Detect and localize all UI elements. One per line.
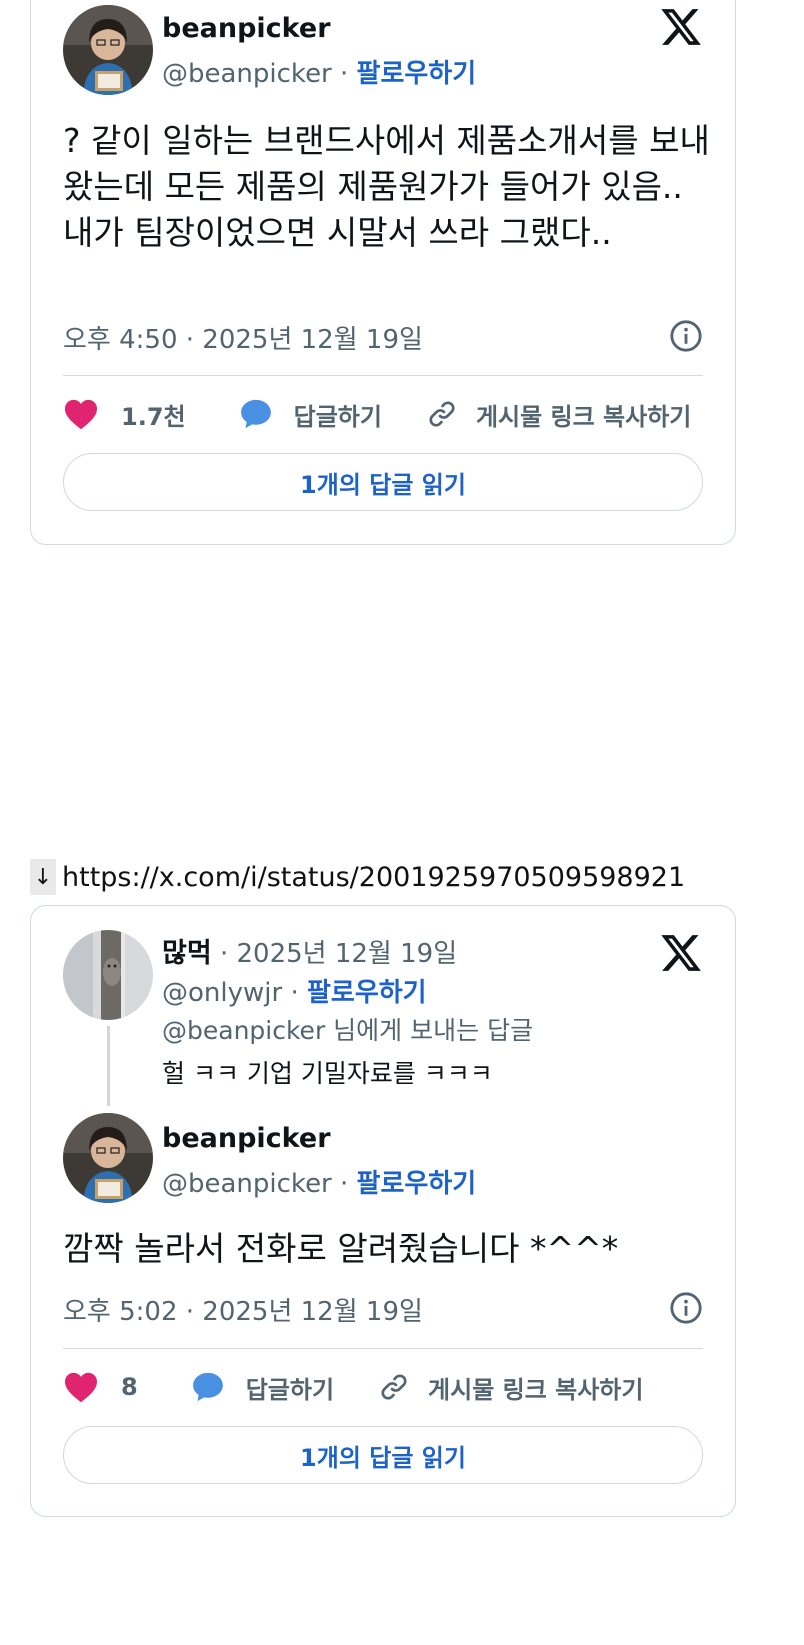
author-name[interactable]: beanpicker — [162, 13, 331, 44]
like-button[interactable]: 1.7천 — [63, 397, 186, 432]
x-logo-icon[interactable] — [659, 931, 703, 975]
copy-link-label: 게시물 링크 복사하기 — [475, 402, 692, 431]
tweet-text: 깜짝 놀라서 전화로 알려줬습니다 *^^* — [63, 1229, 619, 1268]
replying-to-suffix: 님에게 보내는 답글 — [325, 1016, 534, 1045]
copy-link-button[interactable]: 게시물 링크 복사하기 — [378, 1370, 643, 1405]
action-bar: 8 답글하기 게시물 링크 복사하기 — [63, 1367, 715, 1407]
follow-button[interactable]: 팔로우하기 — [357, 59, 477, 89]
divider — [63, 375, 703, 376]
avatar[interactable] — [63, 5, 153, 95]
follow-button[interactable]: 팔로우하기 — [357, 1169, 477, 1199]
like-button[interactable]: 8 — [63, 1371, 138, 1403]
reply-label: 답글하기 — [245, 1375, 335, 1404]
parent-follow-button[interactable]: 팔로우하기 — [307, 978, 427, 1008]
tweet-text: ? 같이 일하는 브랜드사에서 제품소개서를 보내왔는데 모든 제품의 제품원가… — [63, 121, 710, 252]
replying-to: @beanpicker 님에게 보내는 답글 — [162, 1011, 533, 1047]
like-count: 8 — [121, 1373, 138, 1401]
heart-icon — [65, 399, 97, 430]
parent-author-handle[interactable]: @onlywjr — [162, 978, 282, 1008]
tweet-card-2: 많먹 · 2025년 12월 19일 @onlywjr · 팔로우하기 @bea… — [30, 905, 736, 1517]
parent-date[interactable]: 2025년 12월 19일 — [236, 939, 457, 969]
like-count: 1.7천 — [121, 402, 186, 431]
reply-button[interactable]: 답글하기 — [238, 397, 382, 432]
author-handle[interactable]: @beanpicker — [162, 59, 332, 89]
parent-author-name[interactable]: 많먹 — [162, 938, 212, 969]
info-icon[interactable] — [669, 1291, 703, 1325]
author-handle-line: @beanpicker · 팔로우하기 — [162, 1169, 477, 1199]
parent-handle-line: @onlywjr · 팔로우하기 — [162, 978, 427, 1008]
link-icon — [381, 1374, 407, 1400]
status-link[interactable]: https://x.com/i/status/20019259705095989… — [62, 862, 685, 893]
divider — [63, 1348, 703, 1349]
reply-button[interactable]: 답글하기 — [190, 1370, 334, 1405]
reply-label: 답글하기 — [293, 402, 382, 431]
tweet-card-1: beanpicker @beanpicker · 팔로우하기 ? 같이 일하는 … — [30, 0, 736, 545]
read-replies-button[interactable]: 1개의 답글 읽기 — [63, 453, 703, 511]
x-logo-icon[interactable] — [659, 5, 703, 49]
timestamp[interactable]: 오후 5:02 · 2025년 12월 19일 — [63, 1291, 423, 1328]
avatar-photo-icon — [63, 5, 153, 95]
speech-bubble-icon — [240, 399, 271, 429]
status-link-row: ↓ https://x.com/i/status/200192597050959… — [30, 858, 685, 896]
parent-avatar[interactable] — [63, 930, 153, 1020]
info-icon[interactable] — [669, 319, 703, 353]
avatar-photo-icon — [63, 930, 153, 1020]
down-arrow-icon: ↓ — [30, 859, 56, 895]
author-handle-line: @beanpicker · 팔로우하기 — [162, 59, 477, 89]
author-name[interactable]: beanpicker — [162, 1123, 331, 1154]
link-icon — [429, 401, 455, 427]
parent-tweet-text: 헐 ㅋㅋ 기업 기밀자료를 ㅋㅋㅋ — [162, 1059, 493, 1088]
thread-connector — [107, 1026, 110, 1106]
copy-link-label: 게시물 링크 복사하기 — [428, 1375, 644, 1404]
avatar[interactable] — [63, 1113, 153, 1203]
copy-link-button[interactable]: 게시물 링크 복사하기 — [426, 397, 691, 432]
heart-icon — [65, 1372, 97, 1403]
action-bar: 1.7천 답글하기 게시물 링크 복사하기 — [63, 394, 715, 434]
replying-to-handle[interactable]: @beanpicker — [162, 1016, 325, 1045]
avatar-photo-icon — [63, 1113, 153, 1203]
author-handle[interactable]: @beanpicker — [162, 1169, 332, 1199]
parent-author-line: 많먹 · 2025년 12월 19일 — [162, 938, 458, 969]
speech-bubble-icon — [192, 1372, 223, 1402]
timestamp[interactable]: 오후 4:50 · 2025년 12월 19일 — [63, 319, 423, 356]
read-replies-button[interactable]: 1개의 답글 읽기 — [63, 1426, 703, 1484]
